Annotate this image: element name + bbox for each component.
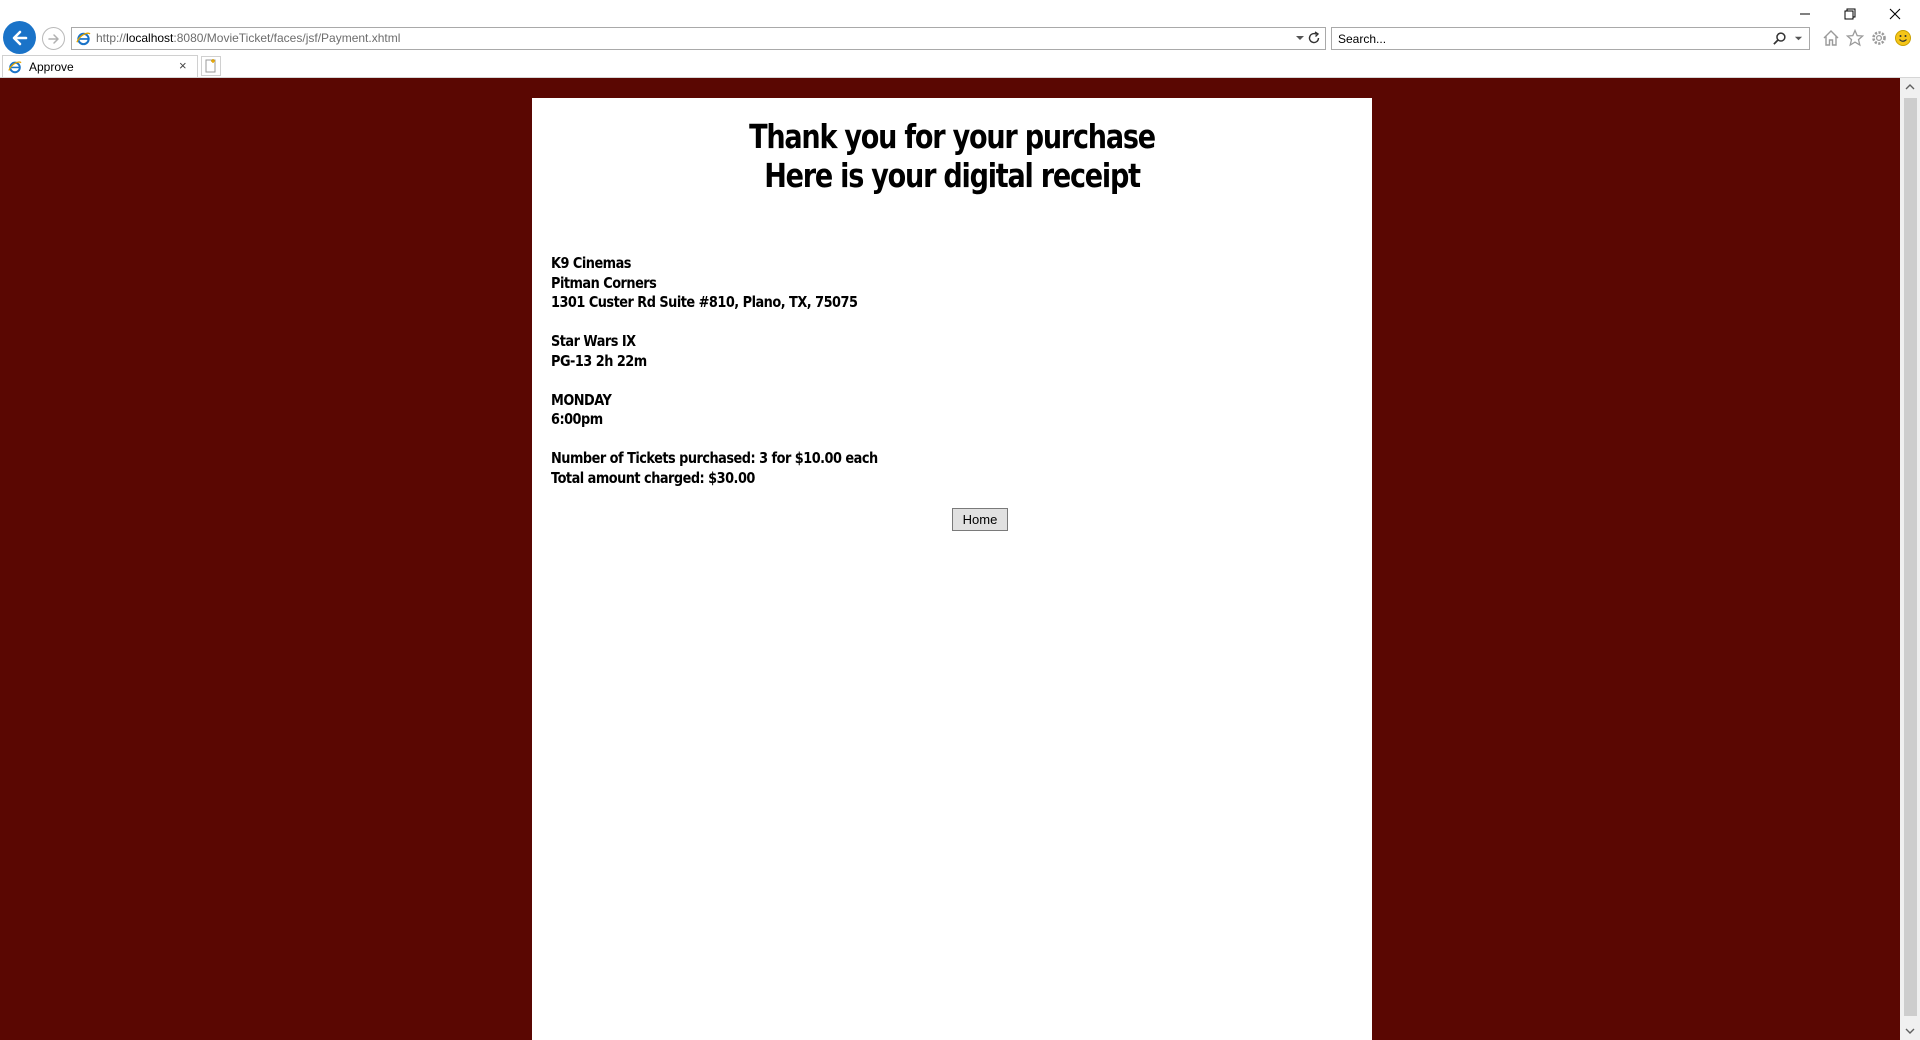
- back-arrow-icon: [12, 30, 27, 45]
- new-tab-icon: [205, 59, 216, 73]
- refresh-icon[interactable]: [1307, 31, 1321, 45]
- browser-chrome: http://localhost:8080/MovieTicket/faces/…: [0, 0, 1920, 78]
- back-button[interactable]: [3, 21, 36, 54]
- home-button[interactable]: Home: [952, 508, 1008, 531]
- smiley-feedback-icon[interactable]: [1893, 28, 1913, 48]
- search-icon[interactable]: [1772, 31, 1787, 46]
- address-bar[interactable]: http://localhost:8080/MovieTicket/faces/…: [71, 27, 1326, 50]
- chevron-down-icon[interactable]: [1794, 34, 1803, 43]
- cinema-name: K9 Cinemas: [551, 254, 631, 272]
- cinema-address: 1301 Custer Rd Suite #810, Plano, TX, 75…: [551, 293, 858, 311]
- ie-icon: [76, 32, 91, 46]
- scroll-thumb[interactable]: [1904, 98, 1917, 1016]
- minimize-icon: [1800, 13, 1810, 15]
- url-path: :8080/MovieTicket/faces/jsf/Payment.xhtm…: [173, 31, 401, 45]
- restore-icon: [1844, 8, 1856, 20]
- settings-gear-icon[interactable]: [1869, 28, 1889, 48]
- tab-close-icon[interactable]: ×: [179, 59, 191, 73]
- chevron-up-icon: [1905, 84, 1915, 90]
- scroll-up-button[interactable]: [1900, 78, 1920, 96]
- forward-button[interactable]: [42, 27, 65, 50]
- new-tab-button[interactable]: [201, 56, 221, 76]
- heading-thank-you: Thank you for your purchase: [749, 117, 1156, 156]
- receipt-details: K9 Cinemas Pitman Corners 1301 Custer Rd…: [551, 254, 1311, 488]
- scroll-down-button[interactable]: [1900, 1022, 1920, 1040]
- forward-arrow-icon: [47, 33, 59, 44]
- close-icon: [1889, 8, 1901, 20]
- tab-label: Approve: [29, 60, 74, 74]
- cinema-location: Pitman Corners: [551, 273, 657, 292]
- url-text[interactable]: http://localhost:8080/MovieTicket/faces/…: [96, 31, 400, 45]
- show-time: 6:00pm: [551, 410, 603, 428]
- tab-approve[interactable]: Approve ×: [2, 55, 198, 77]
- receipt-heading: Thank you for your purchase Here is your…: [532, 117, 1372, 195]
- ie-icon: [8, 61, 22, 74]
- chevron-down-icon: [1905, 1028, 1915, 1034]
- movie-info: PG-13 2h 22m: [551, 351, 647, 370]
- search-input[interactable]: [1338, 30, 1738, 47]
- restore-button[interactable]: [1835, 4, 1865, 24]
- url-prefix: http://: [96, 31, 127, 45]
- total-charged: Total amount charged: $30.00: [551, 468, 755, 487]
- page-background: Thank you for your purchase Here is your…: [0, 78, 1900, 1040]
- tickets-purchased: Number of Tickets purchased: 3 for $10.0…: [551, 449, 878, 467]
- chevron-down-icon[interactable]: [1295, 33, 1305, 43]
- close-window-button[interactable]: [1880, 4, 1910, 24]
- receipt-card: Thank you for your purchase Here is your…: [532, 98, 1372, 1040]
- home-icon[interactable]: [1821, 28, 1841, 48]
- show-day: MONDAY: [551, 390, 612, 409]
- vertical-scrollbar[interactable]: [1900, 78, 1920, 1040]
- url-host: localhost: [126, 31, 174, 45]
- heading-digital-receipt: Here is your digital receipt: [764, 156, 1141, 195]
- favorites-star-icon[interactable]: [1845, 28, 1865, 48]
- movie-title: Star Wars IX: [551, 332, 636, 350]
- minimize-button[interactable]: [1790, 4, 1820, 24]
- search-box[interactable]: [1331, 27, 1810, 50]
